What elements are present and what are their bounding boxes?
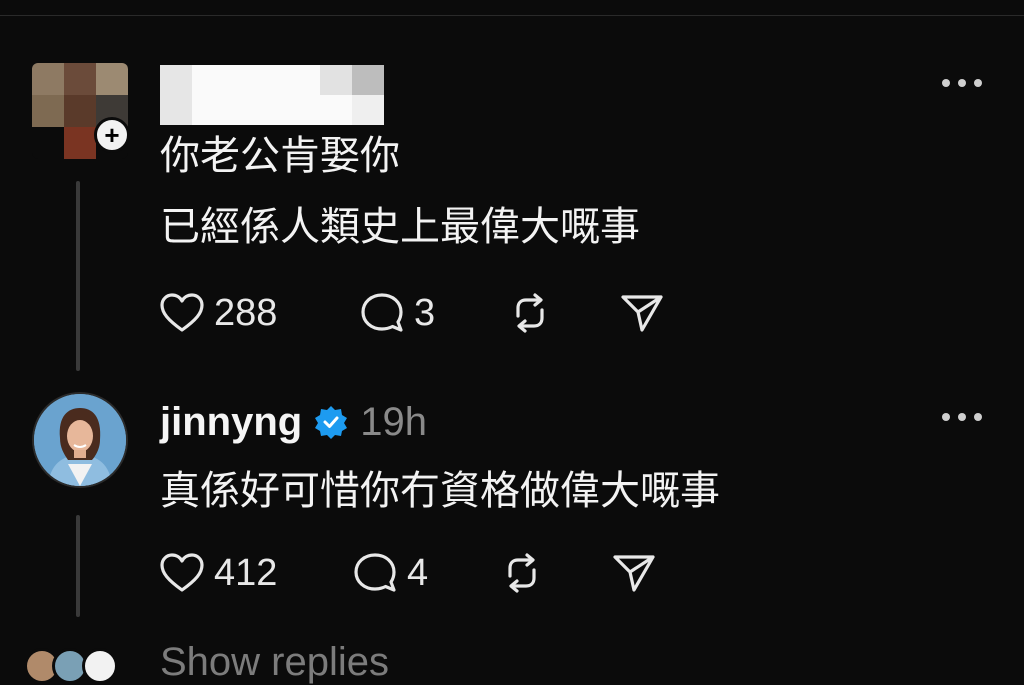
comment-2: jinnyng 19h 真係好可惜你冇資格做偉大嘅事 412 4 bbox=[0, 390, 1024, 630]
like-count: 288 bbox=[214, 291, 278, 334]
repost-button[interactable] bbox=[508, 290, 552, 336]
more-options-button[interactable] bbox=[942, 73, 982, 93]
thread-line bbox=[76, 181, 80, 371]
comment-icon bbox=[354, 553, 396, 592]
top-divider bbox=[0, 15, 1024, 16]
like-button[interactable]: 412 bbox=[160, 550, 277, 596]
reply-count: 3 bbox=[414, 291, 436, 334]
action-bar: 288 3 bbox=[160, 290, 720, 336]
verified-badge-icon bbox=[315, 406, 348, 439]
like-button[interactable]: 288 bbox=[160, 290, 277, 336]
more-icon bbox=[942, 413, 950, 421]
like-count: 412 bbox=[214, 551, 278, 594]
more-options-button[interactable] bbox=[942, 407, 982, 427]
comment-text-line: 你老公肯娶你 bbox=[160, 134, 400, 178]
username-redacted bbox=[160, 65, 384, 125]
share-button[interactable] bbox=[612, 550, 656, 596]
share-icon bbox=[613, 555, 655, 592]
comment-header: jinnyng 19h bbox=[160, 394, 427, 450]
action-bar: 412 4 bbox=[160, 550, 720, 596]
show-replies-link[interactable]: Show replies bbox=[160, 640, 389, 685]
thread-line bbox=[76, 515, 80, 617]
reply-button[interactable]: 4 bbox=[353, 550, 428, 596]
heart-icon bbox=[160, 293, 204, 332]
share-icon bbox=[621, 295, 663, 332]
repost-icon bbox=[516, 293, 544, 333]
reply-avatar bbox=[82, 648, 118, 684]
show-replies-row[interactable]: Show replies bbox=[0, 630, 1024, 684]
comment-icon bbox=[361, 293, 403, 332]
comment-1: + 你老公肯娶你 已經係人類史上最偉大嘅事 288 3 bbox=[0, 55, 1024, 385]
repost-icon bbox=[508, 553, 536, 593]
more-icon bbox=[942, 79, 950, 87]
repost-button[interactable] bbox=[500, 550, 544, 596]
username[interactable]: jinnyng bbox=[160, 400, 302, 445]
avatar-photo bbox=[34, 394, 126, 486]
comment-text-line: 已經係人類史上最偉大嘅事 bbox=[160, 205, 640, 249]
avatar-jinnyng[interactable] bbox=[32, 392, 128, 488]
reply-count: 4 bbox=[407, 551, 429, 594]
timestamp: 19h bbox=[360, 399, 427, 444]
heart-icon bbox=[160, 553, 204, 592]
reply-button[interactable]: 3 bbox=[360, 290, 435, 336]
comment-text: 真係好可惜你冇資格做偉大嘅事 bbox=[160, 469, 720, 513]
follow-plus-icon[interactable]: + bbox=[94, 117, 130, 153]
share-button[interactable] bbox=[620, 290, 664, 336]
